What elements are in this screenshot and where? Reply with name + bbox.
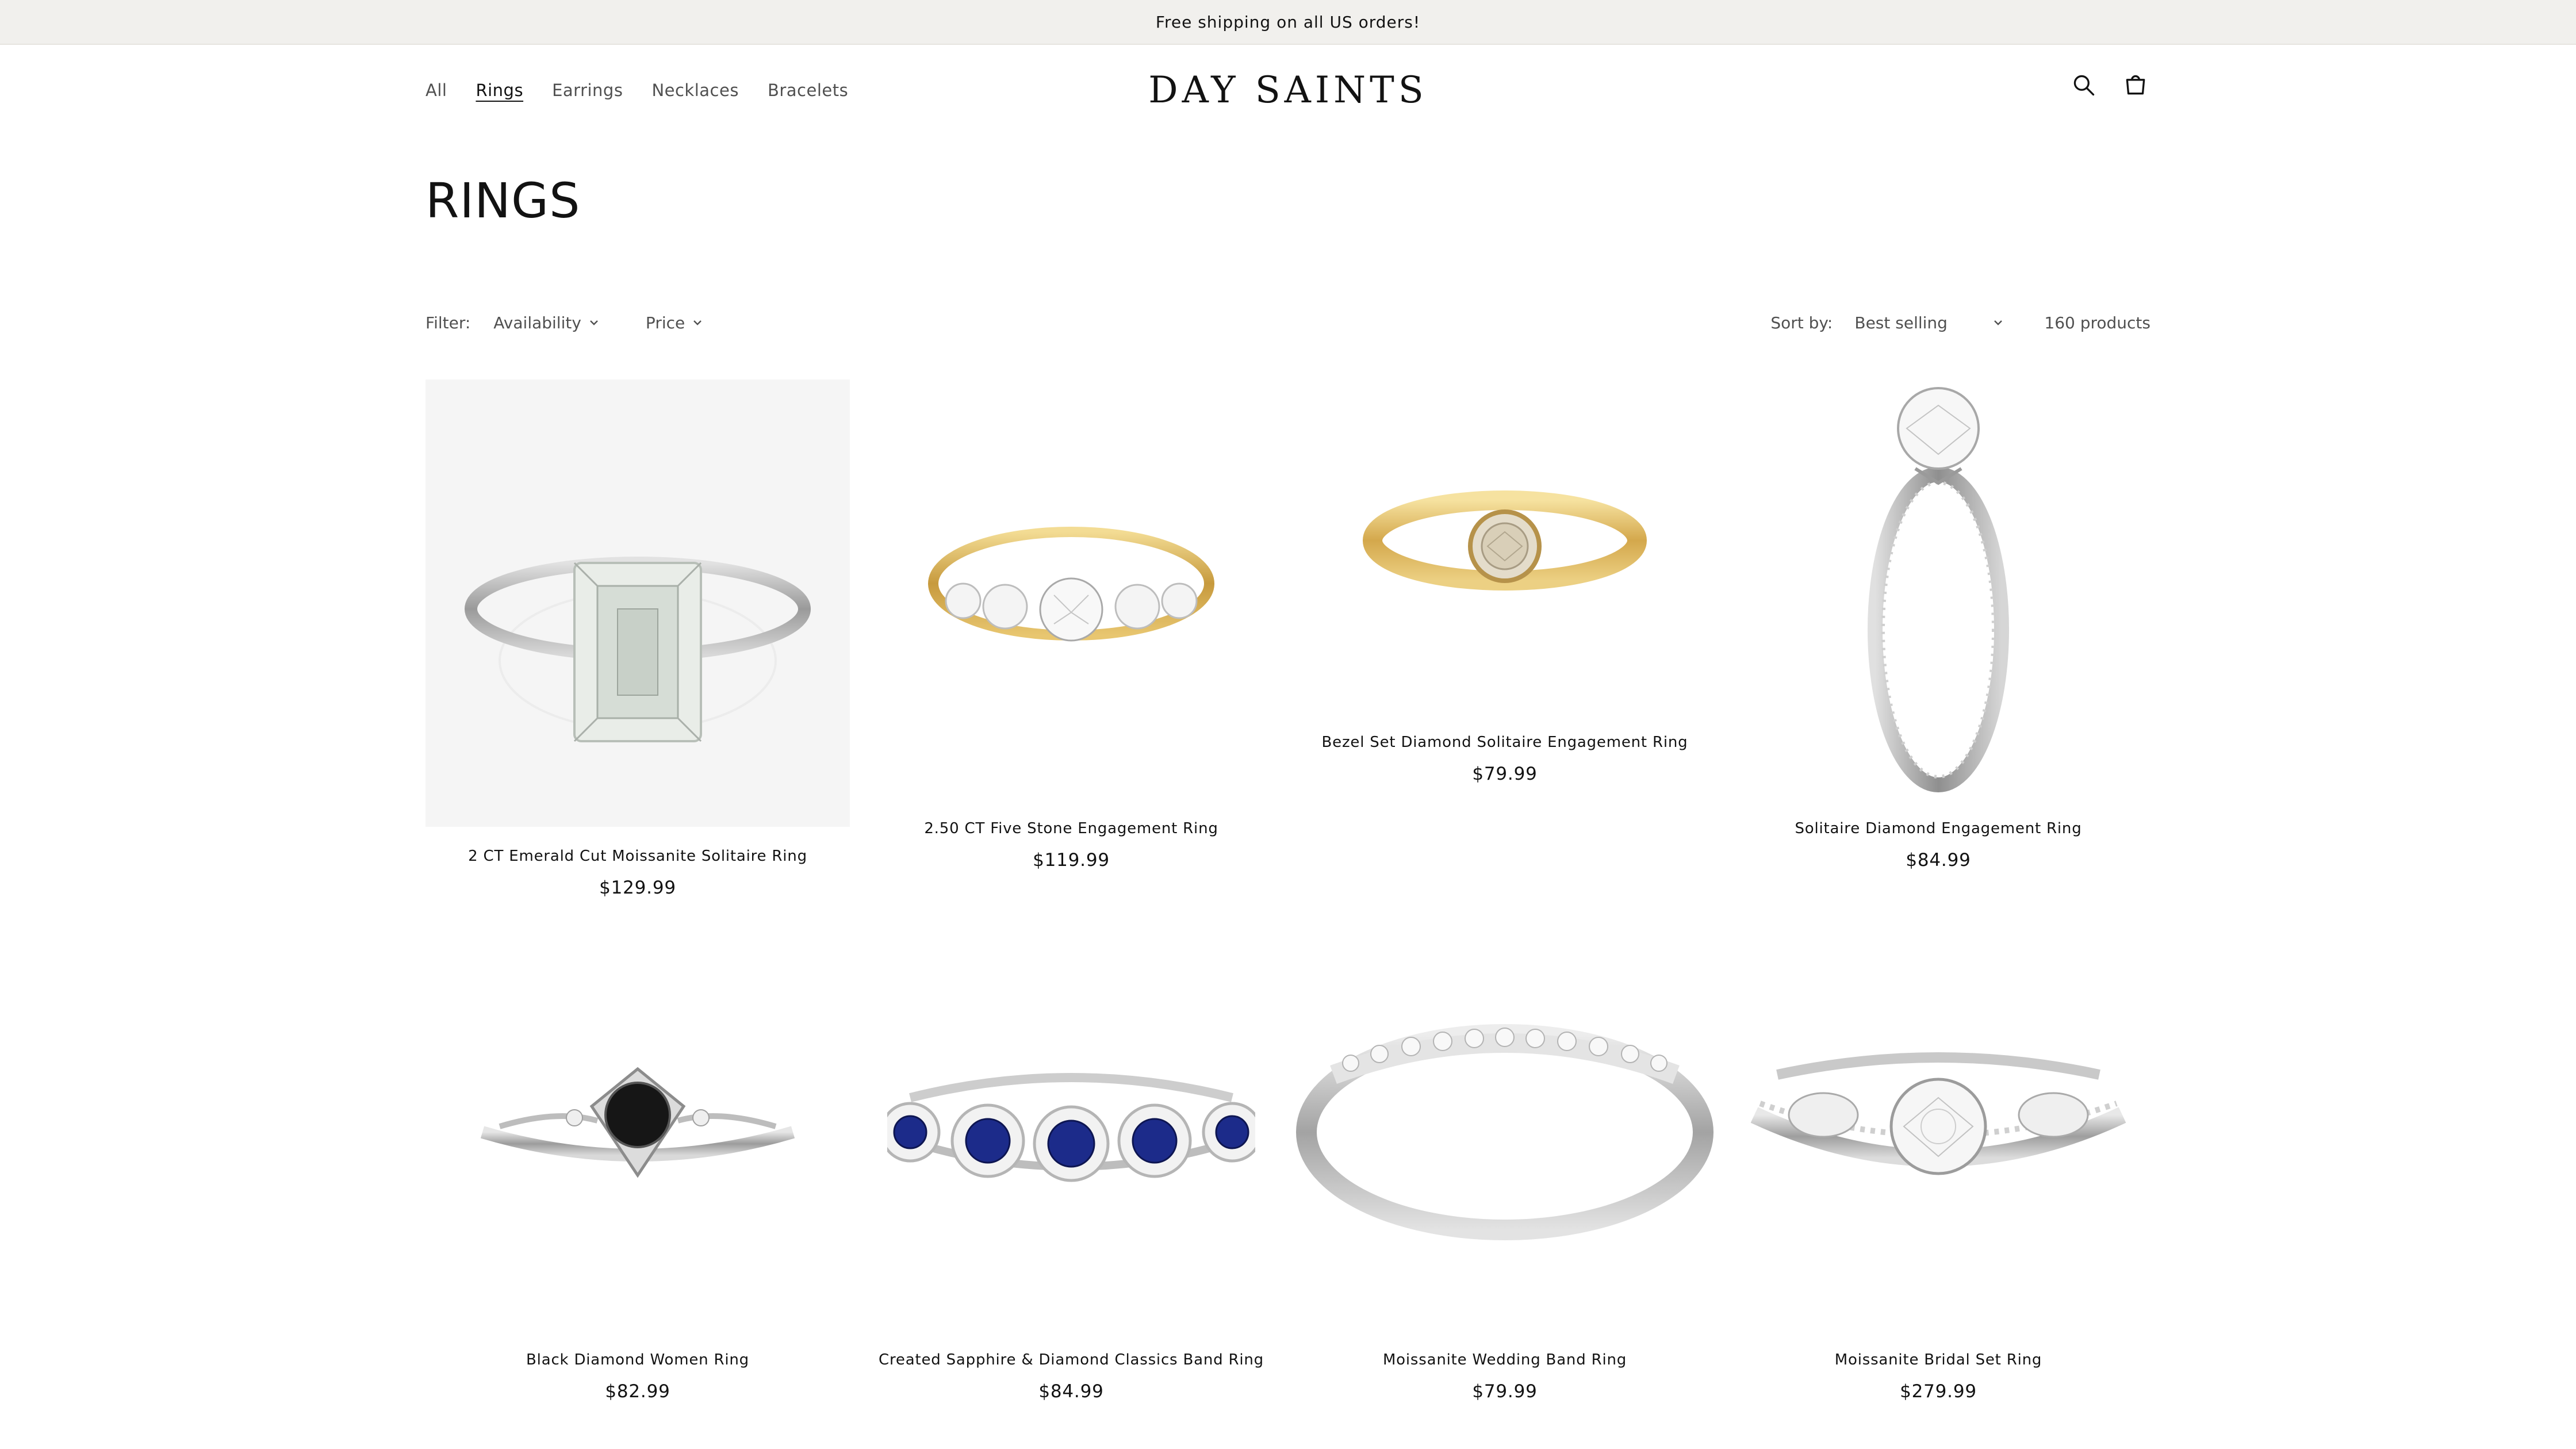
product-price: $82.99 (605, 1381, 670, 1402)
product-price: $84.99 (1906, 850, 1971, 871)
bridal-set-ring-image (1750, 1052, 2126, 1175)
product-name[interactable]: Moissanite Bridal Set Ring (1726, 1351, 2150, 1368)
announcement-text: Free shipping on all US orders! (1155, 12, 1421, 32)
moissanite-band-ring-image (1296, 1024, 1713, 1240)
product-card[interactable]: Moissanite Bridal Set Ring $279.99 (1726, 934, 2150, 1402)
product-name[interactable]: Black Diamond Women Ring (425, 1351, 850, 1368)
chevron-down-icon (692, 313, 703, 332)
product-card[interactable]: Solitaire Diamond Engagement Ring $84.99 (1726, 379, 2150, 871)
availability-label: Availability (493, 313, 581, 332)
page-title: RINGS (425, 172, 581, 229)
search-icon[interactable] (2069, 70, 2099, 100)
brand-logo[interactable]: DAY SAINTS (0, 69, 2576, 112)
product-card[interactable]: Created Sapphire & Diamond Classics Band… (859, 934, 1283, 1402)
chevron-down-icon (588, 313, 600, 332)
sort-area: Sort by: Best selling 160 products (1770, 313, 2150, 332)
header-actions (2069, 70, 2150, 100)
product-name[interactable]: Solitaire Diamond Engagement Ring (1726, 820, 2150, 837)
price-filter[interactable]: Price (646, 313, 703, 332)
product-price: $79.99 (1472, 1381, 1538, 1402)
product-name[interactable]: 2.50 CT Five Stone Engagement Ring (859, 820, 1283, 837)
product-price: $119.99 (1033, 850, 1110, 871)
sort-value: Best selling (1854, 313, 1948, 332)
product-image[interactable] (859, 379, 1283, 799)
product-image[interactable] (1293, 934, 1717, 1331)
product-card[interactable]: Black Diamond Women Ring $82.99 (425, 934, 850, 1402)
product-price: $84.99 (1038, 1381, 1104, 1402)
product-card[interactable]: Moissanite Wedding Band Ring $79.99 (1293, 934, 1717, 1402)
availability-filter[interactable]: Availability (493, 313, 600, 332)
bezel-set-ring-image (1363, 490, 1647, 591)
product-price: $129.99 (599, 877, 676, 898)
black-diamond-ring-image (480, 1067, 795, 1178)
product-price: $79.99 (1472, 764, 1538, 784)
product-image[interactable] (1726, 934, 2150, 1331)
product-image[interactable] (425, 379, 850, 827)
emerald-cut-ring-image (465, 557, 811, 742)
product-image[interactable] (1293, 379, 1717, 713)
filter-label: Filter: (425, 313, 471, 332)
product-name[interactable]: 2 CT Emerald Cut Moissanite Solitaire Ri… (425, 848, 850, 865)
filter-bar: Filter: Availability Price Sort by: Best… (425, 308, 2150, 337)
product-price: $279.99 (1900, 1381, 1977, 1402)
product-name[interactable]: Bezel Set Diamond Solitaire Engagement R… (1293, 734, 1717, 751)
product-card[interactable]: Bezel Set Diamond Solitaire Engagement R… (1293, 379, 1717, 784)
product-count: 160 products (2044, 313, 2150, 332)
cart-icon[interactable] (2121, 70, 2150, 100)
sapphire-band-ring-image (887, 1073, 1255, 1182)
sort-label: Sort by: (1770, 313, 1833, 332)
product-image[interactable] (425, 934, 850, 1331)
product-card[interactable]: 2 CT Emerald Cut Moissanite Solitaire Ri… (425, 379, 850, 898)
product-name[interactable]: Created Sapphire & Diamond Classics Band… (859, 1351, 1283, 1368)
product-card[interactable]: 2.50 CT Five Stone Engagement Ring $119.… (859, 379, 1283, 871)
five-stone-ring-image (928, 527, 1214, 642)
solitaire-diamond-ring-image (1868, 387, 2009, 792)
product-image[interactable] (1726, 379, 2150, 799)
product-name[interactable]: Moissanite Wedding Band Ring (1293, 1351, 1717, 1368)
announcement-bar: Free shipping on all US orders! (0, 0, 2576, 45)
chevron-down-icon (1992, 313, 2004, 332)
price-label: Price (645, 313, 685, 332)
product-image[interactable] (859, 934, 1283, 1331)
site-header: All Rings Earrings Necklaces Bracelets D… (0, 45, 2576, 139)
sort-select[interactable]: Best selling (1854, 313, 2004, 332)
